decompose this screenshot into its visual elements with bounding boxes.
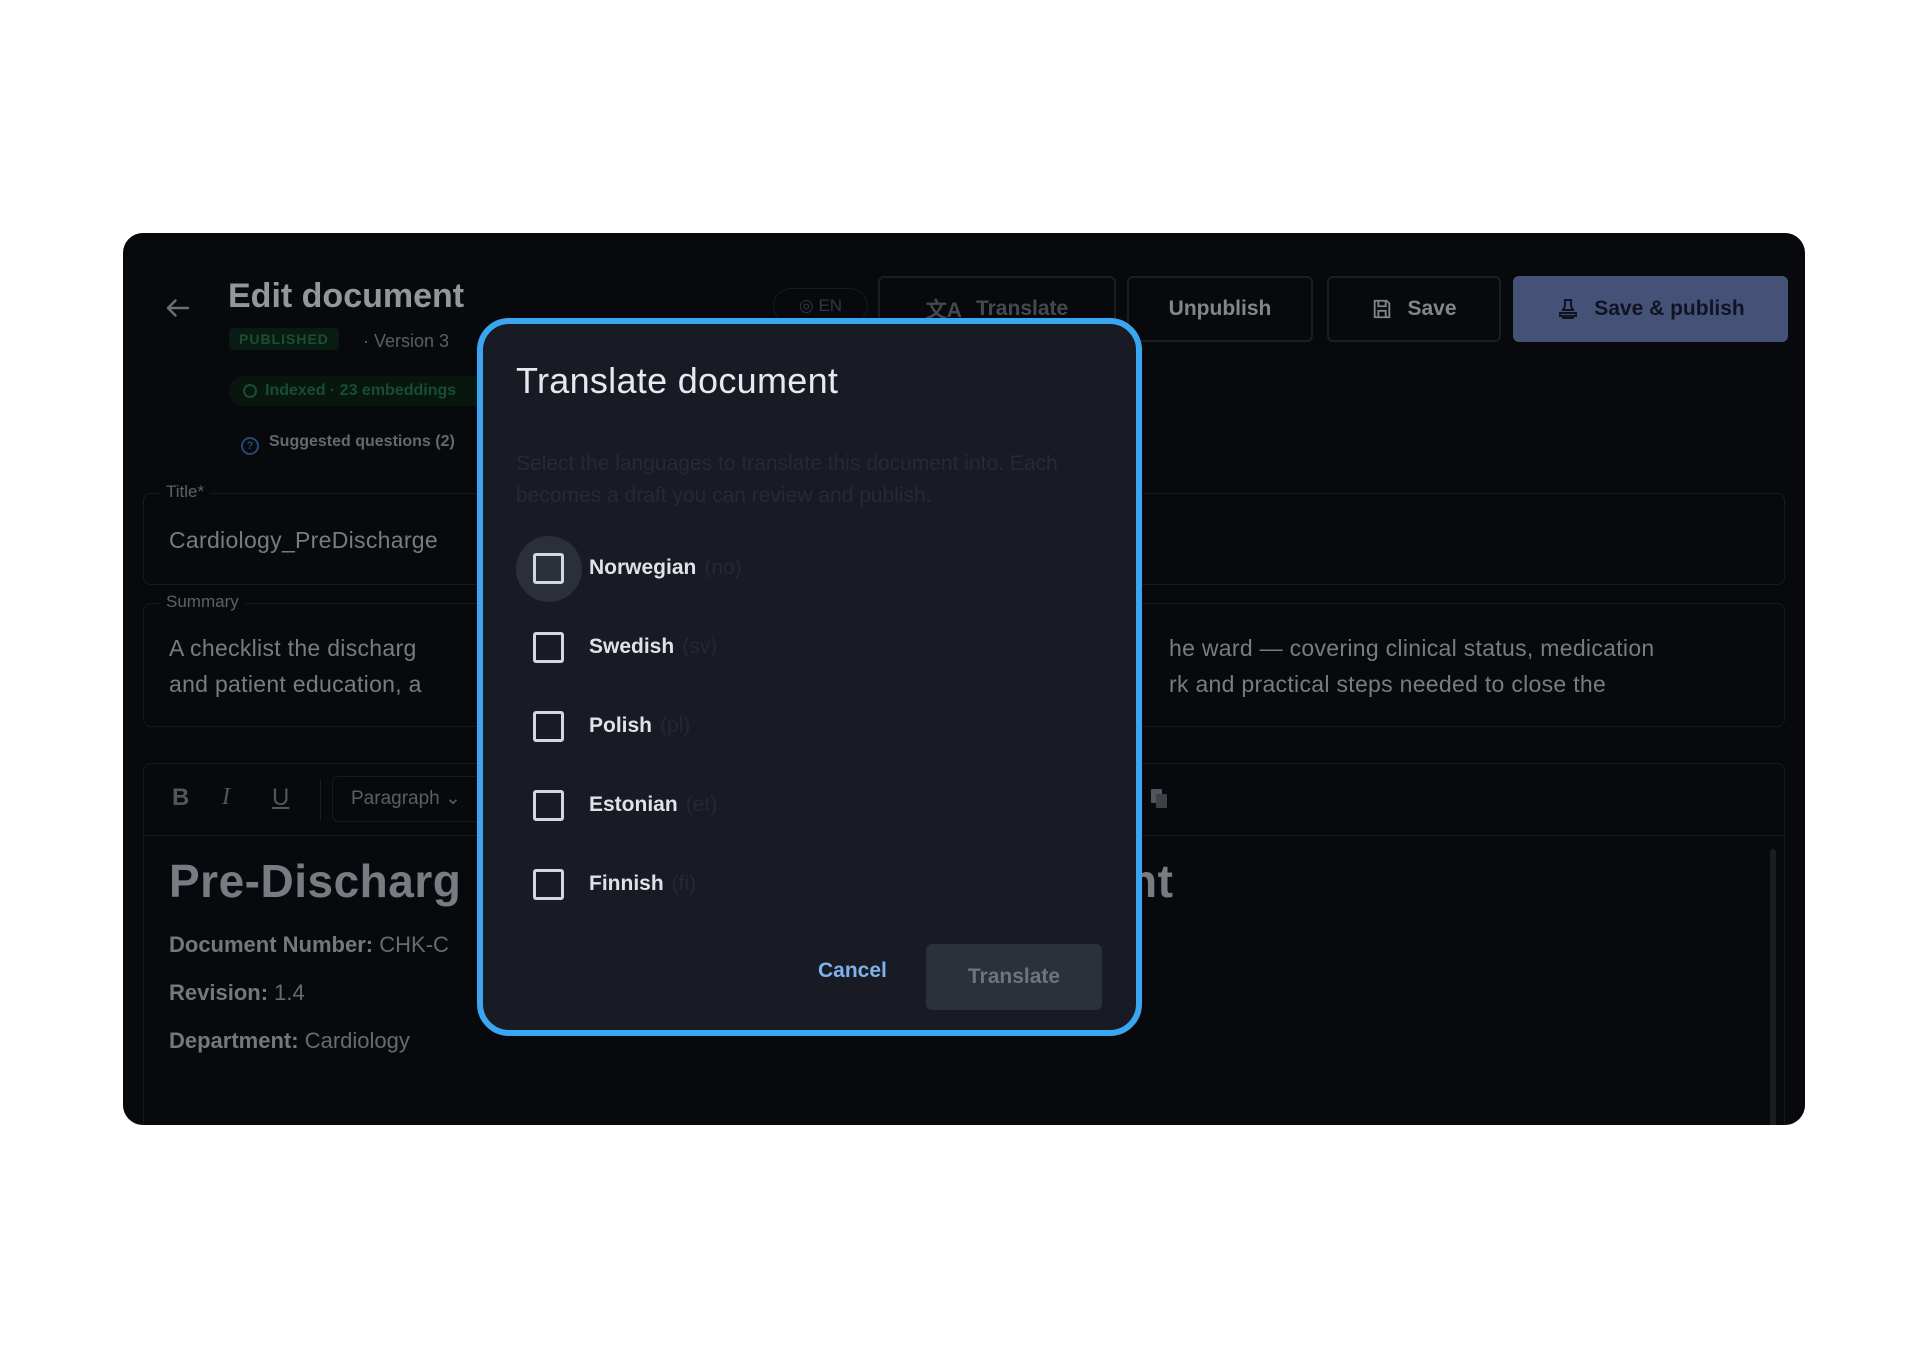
option-label-estonian: Estonian (et)	[589, 793, 717, 817]
checkbox-finnish[interactable]	[533, 869, 564, 900]
dialog-description: Select the languages to translate this d…	[516, 452, 1058, 507]
language-name: Norwegian	[589, 556, 697, 579]
language-name: Estonian	[589, 793, 678, 816]
option-label-finnish: Finnish (fi)	[589, 872, 696, 896]
language-code: (no)	[704, 556, 742, 579]
checkbox-swedish[interactable]	[533, 632, 564, 663]
language-code: (fi)	[671, 872, 697, 895]
option-label-swedish: Swedish (sv)	[589, 635, 717, 659]
language-option-estonian[interactable]: Estonian (et)	[516, 773, 1016, 839]
language-name: Finnish	[589, 872, 664, 895]
language-code: (sv)	[682, 635, 718, 658]
language-option-swedish[interactable]: Swedish (sv)	[516, 615, 1016, 681]
checkbox-estonian[interactable]	[533, 790, 564, 821]
cancel-button[interactable]: Cancel	[818, 959, 887, 983]
language-name: Swedish	[589, 635, 675, 658]
checkbox-norwegian[interactable]	[533, 553, 564, 584]
option-label-norwegian: Norwegian (no)	[589, 556, 742, 580]
language-code: (pl)	[660, 714, 691, 737]
option-label-polish: Polish (pl)	[589, 714, 690, 738]
translate-dialog: Translate document Select the languages …	[477, 318, 1142, 1036]
dialog-title: Translate document	[516, 360, 839, 401]
language-option-polish[interactable]: Polish (pl)	[516, 694, 1016, 760]
language-option-norwegian[interactable]: Norwegian (no)	[516, 536, 1016, 602]
translate-submit-button[interactable]: Translate	[926, 944, 1102, 1010]
language-name: Polish	[589, 714, 653, 737]
language-code: (et)	[685, 793, 718, 816]
language-option-finnish[interactable]: Finnish (fi)	[516, 852, 1016, 918]
checkbox-polish[interactable]	[533, 711, 564, 742]
